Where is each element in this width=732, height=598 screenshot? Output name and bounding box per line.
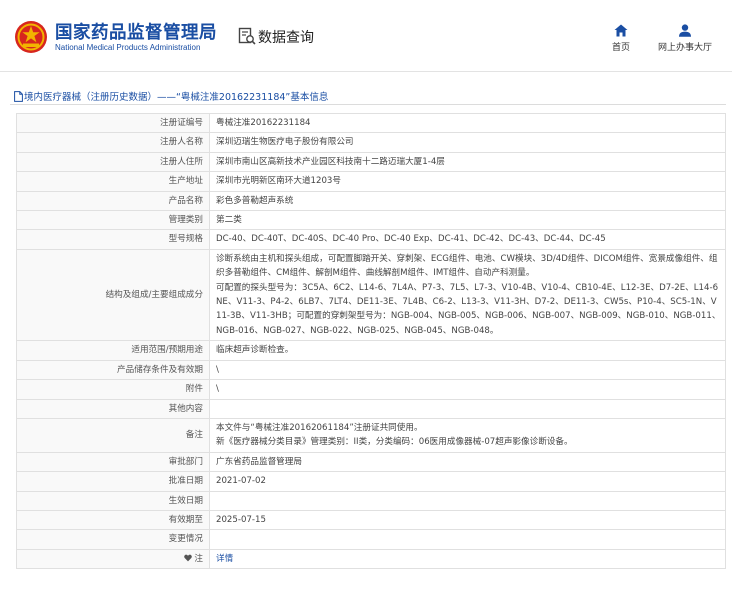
row-label: 适用范围/预期用途 bbox=[16, 340, 210, 361]
row-label: 注册证编号 bbox=[16, 112, 210, 134]
row-value: 深圳迈瑞生物医疗电子股份有限公司 bbox=[209, 132, 726, 153]
row-value-note: 详情 bbox=[209, 548, 726, 570]
org-name-en: National Medical Products Administration bbox=[55, 43, 201, 52]
row-label: 审批部门 bbox=[16, 451, 210, 473]
breadcrumb: 境内医疗器械（注册历史数据）——“粤械注准20162231184”基本信息 bbox=[14, 89, 328, 103]
row-value: 第二类 bbox=[209, 210, 726, 231]
row-value: 彩色多普勒超声系统 bbox=[209, 190, 726, 212]
row-label-note: 注 bbox=[16, 548, 210, 570]
row-label: 变更情况 bbox=[16, 529, 210, 550]
row-label: 有效期至 bbox=[16, 509, 210, 531]
org-name-cn: 国家药品监督管理局 bbox=[55, 23, 217, 43]
table-row: 其他内容 bbox=[16, 398, 726, 419]
row-label: 产品名称 bbox=[16, 190, 210, 212]
table-row: 型号规格 DC-40、DC-40T、DC-40S、DC-40 Pro、DC-40 … bbox=[16, 229, 726, 250]
table-row-note: 注 详情 bbox=[16, 548, 726, 570]
info-table-body: 注册证编号 粤械注准20162231184 注册人名称 深圳迈瑞生物医疗电子股份有限公… bbox=[16, 112, 726, 570]
row-value: 广东省药品监督管理局 bbox=[209, 451, 726, 473]
row-label: 备注 bbox=[16, 417, 210, 453]
breadcrumb-divider bbox=[10, 104, 726, 105]
row-label: 附件 bbox=[16, 379, 210, 400]
heart-icon bbox=[184, 554, 193, 562]
row-label: 管理类别 bbox=[16, 210, 210, 231]
site-header: 国家药品监督管理局 National Medical Products Admi… bbox=[0, 0, 732, 72]
row-value: 粤械注准20162231184 bbox=[209, 112, 726, 134]
row-label: 其他内容 bbox=[16, 398, 210, 419]
row-label: 型号规格 bbox=[16, 229, 210, 250]
row-value: 深圳市光明新区南环大道1203号 bbox=[209, 171, 726, 192]
row-value bbox=[209, 398, 726, 419]
nav-home[interactable]: 首页 bbox=[612, 24, 630, 53]
table-row: 批准日期 2021-07-02 bbox=[16, 471, 726, 492]
table-row: 产品储存条件及有效期 \ bbox=[16, 359, 726, 381]
details-link[interactable]: 详情 bbox=[216, 554, 233, 564]
row-label: 生效日期 bbox=[16, 490, 210, 511]
row-label: 注册人住所 bbox=[16, 151, 210, 173]
row-value: \ bbox=[209, 379, 726, 400]
note-label: 注 bbox=[194, 553, 203, 564]
row-value bbox=[209, 529, 726, 550]
table-row: 附件 \ bbox=[16, 379, 726, 400]
row-value: 2025-07-15 bbox=[209, 509, 726, 531]
table-row: 注册证编号 粤械注准20162231184 bbox=[16, 112, 726, 134]
row-value bbox=[209, 490, 726, 511]
table-row: 适用范围/预期用途 临床超声诊断检查。 bbox=[16, 340, 726, 361]
row-value: 临床超声诊断检查。 bbox=[209, 340, 726, 361]
table-row: 有效期至 2025-07-15 bbox=[16, 509, 726, 531]
nav-online-service-hall[interactable]: 网上办事大厅 bbox=[658, 24, 712, 53]
row-value: 深圳市南山区高新技术产业园区科技南十二路迈瑞大厦1-4层 bbox=[209, 151, 726, 173]
row-label: 注册人名称 bbox=[16, 132, 210, 153]
home-icon bbox=[614, 24, 628, 37]
breadcrumb-text: 境内医疗器械（注册历史数据）——“粤械注准20162231184”基本信息 bbox=[24, 92, 329, 103]
emblem-logo-icon bbox=[15, 21, 47, 53]
table-row: 生效日期 bbox=[16, 490, 726, 511]
row-value: \ bbox=[209, 359, 726, 381]
row-value: 诊断系统由主机和探头组成，可配置脚踏开关、穿刺架、ECG组件、电池、CW模块、3… bbox=[209, 248, 726, 342]
document-icon bbox=[14, 91, 23, 102]
registration-info-table: 注册证编号 粤械注准20162231184 注册人名称 深圳迈瑞生物医疗电子股份有限公… bbox=[16, 112, 726, 570]
table-row: 注册人名称 深圳迈瑞生物医疗电子股份有限公司 bbox=[16, 132, 726, 153]
row-value: 本文件与“粤械注准20162061184”注册证共同使用。 新《医疗器械分类目录… bbox=[209, 417, 726, 453]
table-row: 变更情况 bbox=[16, 529, 726, 550]
data-query-title: 数据查询 bbox=[258, 30, 314, 46]
row-label: 产品储存条件及有效期 bbox=[16, 359, 210, 381]
table-row: 结构及组成/主要组成成分 诊断系统由主机和探头组成，可配置脚踏开关、穿刺架、ECG… bbox=[16, 248, 726, 342]
row-value: DC-40、DC-40T、DC-40S、DC-40 Pro、DC-40 Exp、… bbox=[209, 229, 726, 250]
data-query-icon bbox=[238, 27, 256, 45]
table-row: 产品名称 彩色多普勒超声系统 bbox=[16, 190, 726, 212]
row-label: 生产地址 bbox=[16, 171, 210, 192]
row-value: 2021-07-02 bbox=[209, 471, 726, 492]
nav-online-service-label: 网上办事大厅 bbox=[658, 43, 713, 53]
row-label: 批准日期 bbox=[16, 471, 210, 492]
table-row: 管理类别 第二类 bbox=[16, 210, 726, 231]
table-row: 生产地址 深圳市光明新区南环大道1203号 bbox=[16, 171, 726, 192]
table-row: 注册人住所 深圳市南山区高新技术产业园区科技南十二路迈瑞大厦1-4层 bbox=[16, 151, 726, 173]
table-row: 审批部门 广东省药品监督管理局 bbox=[16, 451, 726, 473]
row-label: 结构及组成/主要组成成分 bbox=[16, 248, 210, 342]
nav-home-label: 首页 bbox=[612, 43, 631, 53]
user-icon bbox=[679, 24, 691, 37]
table-row: 备注 本文件与“粤械注准20162061184”注册证共同使用。 新《医疗器械分类… bbox=[16, 417, 726, 453]
